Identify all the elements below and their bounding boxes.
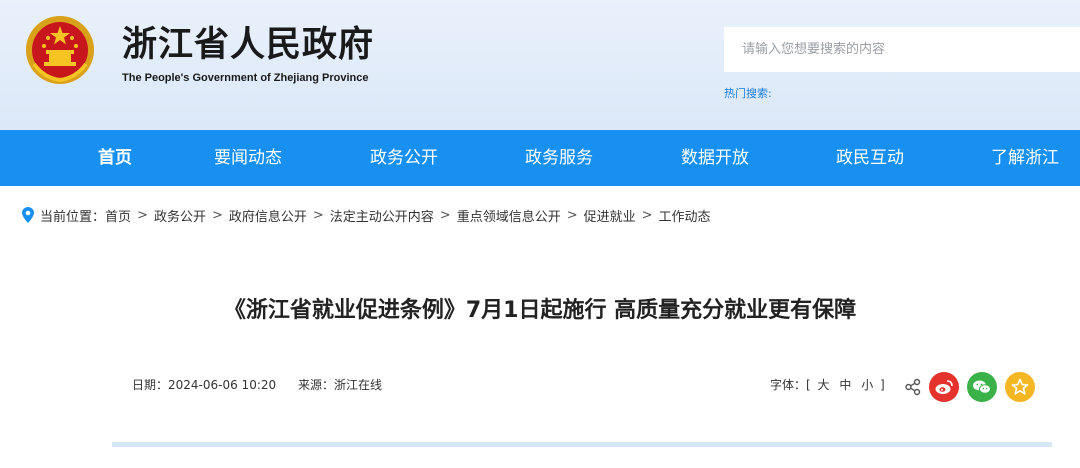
national-emblem-logo[interactable]: [24, 14, 96, 86]
font-size-large-button[interactable]: 大: [818, 378, 830, 392]
breadcrumb-item-gov-affairs[interactable]: 政务公开: [154, 206, 206, 225]
article-title: 《浙江省就业促进条例》7月1日起施行 高质量充分就业更有保障: [223, 298, 857, 323]
breadcrumb-separator: >: [211, 207, 223, 223]
article-date: 日期：2024-06-06 10:20: [132, 378, 277, 392]
breadcrumb-item-statutory[interactable]: 法定主动公开内容: [330, 206, 434, 225]
location-pin-icon: [22, 207, 34, 223]
font-size-close-bracket: ]: [880, 378, 885, 392]
article-source: 来源：浙江在线: [297, 378, 382, 392]
weibo-icon: [935, 380, 953, 394]
nav-item-news[interactable]: 要闻动态: [214, 130, 282, 186]
hot-search-label: 热门搜索:: [724, 87, 772, 100]
breadcrumb-separator: >: [312, 207, 324, 223]
site-title: 浙江省人民政府: [122, 24, 375, 65]
content-divider: [112, 442, 1052, 447]
main-nav: 首页 要闻动态 政务公开 政务服务 数据开放 政民互动 了解浙江: [0, 130, 1080, 186]
breadcrumb-separator: >: [566, 207, 578, 223]
search-input[interactable]: [724, 27, 1080, 72]
font-size-control: 字体：[ 大 中 小 ]: [770, 376, 885, 393]
article-meta: 日期：2024-06-06 10:20 来源：浙江在线: [132, 376, 400, 393]
font-size-medium-button[interactable]: 中: [839, 378, 851, 392]
favorite-button[interactable]: [1005, 372, 1035, 402]
breadcrumb: 当前位置： 首页 > 政务公开 > 政府信息公开 > 法定主动公开内容 > 重点…: [22, 204, 711, 226]
share-icon[interactable]: [904, 378, 922, 396]
site-header: 浙江省人民政府 The People's Government of Zheji…: [0, 0, 1080, 130]
weibo-share-button[interactable]: [929, 372, 959, 402]
wechat-icon: [973, 380, 991, 394]
breadcrumb-item-gov-info[interactable]: 政府信息公开: [229, 206, 307, 225]
wechat-share-button[interactable]: [967, 372, 997, 402]
site-subtitle: The People's Government of Zhejiang Prov…: [122, 72, 369, 84]
breadcrumb-item-work-news[interactable]: 工作动态: [659, 206, 711, 225]
nav-item-interaction[interactable]: 政民互动: [836, 130, 904, 186]
nav-item-home[interactable]: 首页: [98, 130, 132, 186]
breadcrumb-separator: >: [641, 207, 653, 223]
breadcrumb-separator: >: [439, 207, 451, 223]
breadcrumb-item-home[interactable]: 首页: [105, 206, 131, 225]
nav-item-gov-services[interactable]: 政务服务: [525, 130, 593, 186]
breadcrumb-prefix: 当前位置：: [40, 209, 106, 225]
font-size-small-button[interactable]: 小: [861, 378, 873, 392]
breadcrumb-separator: >: [137, 207, 148, 223]
nav-item-open-data[interactable]: 数据开放: [681, 130, 749, 186]
breadcrumb-item-key-areas[interactable]: 重点领域信息公开: [457, 206, 561, 225]
favorite-star-icon: [1011, 378, 1029, 395]
nav-item-about-zhejiang[interactable]: 了解浙江: [991, 130, 1059, 186]
nav-item-gov-affairs[interactable]: 政务公开: [370, 130, 438, 186]
font-size-label: 字体：[: [770, 378, 811, 392]
breadcrumb-item-employment[interactable]: 促进就业: [584, 206, 636, 225]
